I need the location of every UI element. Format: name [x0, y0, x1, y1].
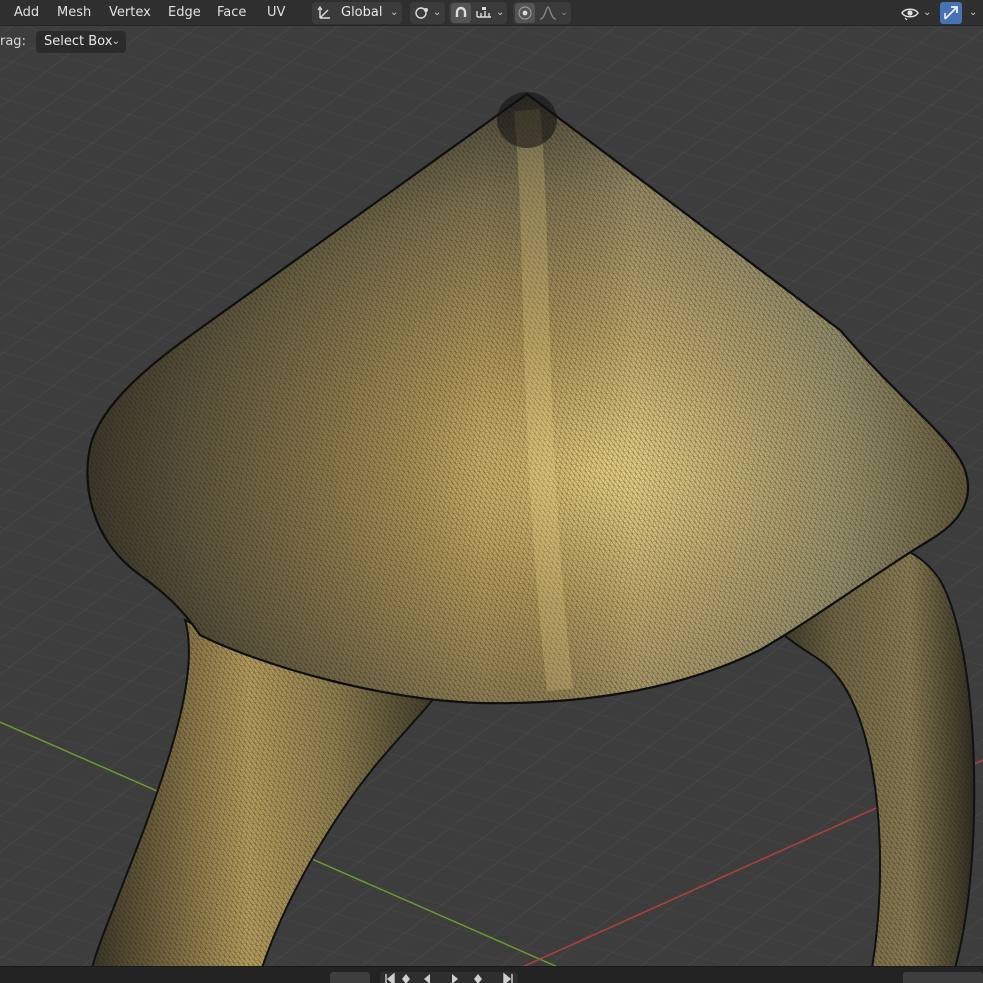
keyframe-next-icon — [474, 974, 482, 983]
transform-orientation-icon — [317, 5, 330, 19]
jump-end-icon — [503, 972, 513, 983]
pivot-point-icon — [415, 7, 428, 19]
timeline-header — [0, 966, 983, 983]
gizmo-toggle-icon[interactable] — [940, 2, 962, 24]
drag-label: rag: — [0, 34, 26, 49]
proportional-editing-group: ⌄ — [513, 2, 571, 24]
playback-icons — [385, 972, 513, 983]
menu-uv[interactable]: UV — [261, 0, 291, 26]
timeline-menu-button[interactable] — [903, 972, 983, 983]
chevron-down-icon: ⌄ — [111, 36, 120, 47]
chevron-down-icon[interactable]: ⌄ — [969, 2, 977, 24]
proportional-editing-icon[interactable] — [515, 3, 535, 23]
playback-controls — [380, 972, 518, 983]
viewport-header: Add Mesh Vertex Edge Face UV Global ⌄ ⌄ — [0, 0, 983, 26]
falloff-curve-icon[interactable] — [539, 5, 557, 21]
3d-viewport[interactable] — [0, 0, 983, 983]
menu-face[interactable]: Face — [211, 0, 252, 26]
chevron-down-icon: ⌄ — [496, 7, 505, 18]
chevron-down-icon: ⌄ — [390, 7, 399, 18]
chevron-down-icon: ⌄ — [923, 7, 932, 18]
drag-mode-value: Select Box — [44, 34, 113, 49]
transform-orientation-dropdown[interactable]: Global ⌄ — [312, 2, 402, 24]
gizmo-toggle-group: ⌄ — [939, 2, 983, 24]
jump-start-icon — [385, 972, 395, 983]
menu-mesh[interactable]: Mesh — [51, 0, 97, 26]
play-reverse-icon — [424, 974, 430, 983]
chevron-down-icon: ⌄ — [433, 7, 442, 18]
pivot-point-dropdown[interactable]: ⌄ — [410, 2, 445, 24]
orientation-label: Global — [341, 5, 383, 20]
visibility-eye-icon — [901, 8, 919, 21]
menu-add[interactable]: Add — [8, 0, 45, 26]
frame-field[interactable] — [330, 972, 370, 983]
drag-mode-dropdown[interactable]: Select Box ⌄ — [36, 31, 126, 53]
snapping-group: ⌄ — [449, 2, 507, 24]
menu-edge[interactable]: Edge — [162, 0, 207, 26]
menu-vertex[interactable]: Vertex — [103, 0, 157, 26]
visibility-dropdown[interactable]: ⌄ — [898, 2, 934, 24]
snap-increment-icon[interactable] — [475, 5, 493, 21]
keyframe-prev-icon — [402, 974, 410, 983]
chevron-down-icon: ⌄ — [560, 7, 569, 18]
snap-magnet-icon[interactable] — [451, 3, 471, 23]
blender-editor: Add Mesh Vertex Edge Face UV Global ⌄ ⌄ — [0, 0, 983, 983]
play-icon — [452, 974, 458, 983]
